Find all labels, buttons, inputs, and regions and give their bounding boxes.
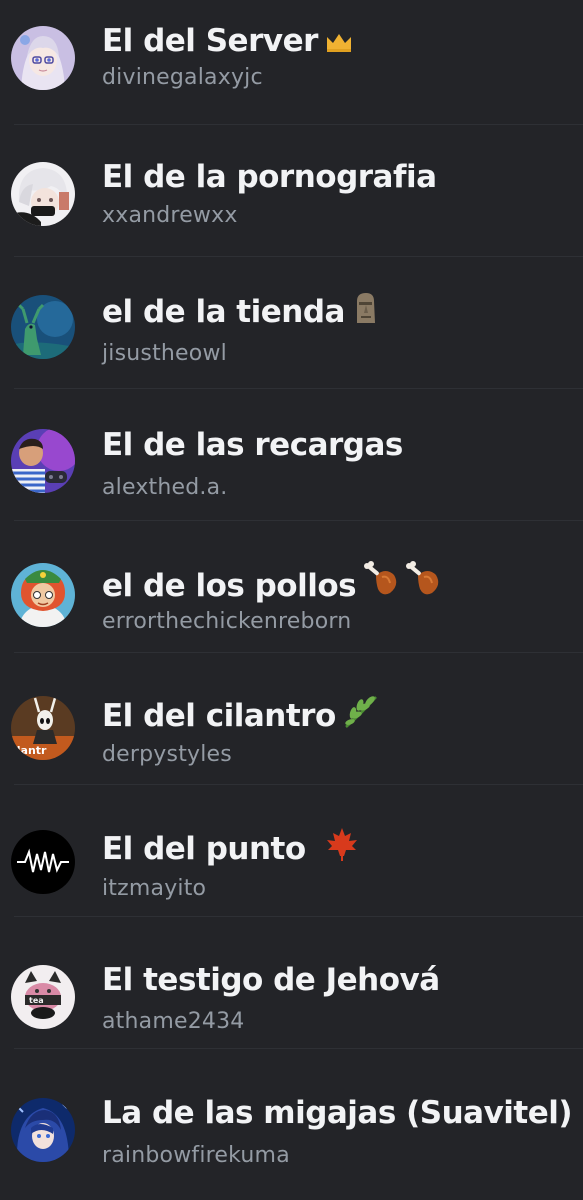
member-row[interactable]: El de la pornografia xxandrewxx (0, 125, 583, 257)
member-row[interactable]: el de los pollos errorthechickenreborn (0, 521, 583, 653)
poultry-leg-icon (362, 561, 400, 599)
member-username: derpystyles (102, 742, 232, 767)
member-username: alexthed.a. (102, 475, 228, 500)
svg-text:tea: tea (29, 996, 44, 1005)
avatar[interactable] (11, 830, 75, 894)
member-nickname: El de las recargas (102, 427, 403, 463)
member-username: jisustheowl (102, 341, 227, 366)
avatar[interactable] (11, 295, 75, 359)
member-username: itzmayito (102, 876, 207, 901)
member-list: El del Server divinegalaxyjc El de la po… (0, 0, 583, 1200)
member-username: xxandrewxx (102, 203, 238, 228)
avatar[interactable] (11, 26, 75, 90)
member-nickname: El de la pornografia (102, 159, 437, 195)
avatar[interactable]: ilantr (11, 696, 75, 760)
member-row[interactable]: ilantr El del cilantro derpystyles (0, 653, 583, 785)
member-row[interactable]: el de la tienda jisustheowl (0, 257, 583, 389)
member-row[interactable]: El del Server divinegalaxyjc (0, 0, 583, 125)
svg-text:ilantr: ilantr (13, 744, 47, 757)
member-nickname: El del punto (102, 826, 362, 868)
member-row[interactable]: tea El testigo de Jehová athame2434 (0, 917, 583, 1049)
herb-icon (342, 693, 380, 729)
member-row[interactable]: El del punto itzmayito (0, 785, 583, 917)
member-nickname: el de los pollos (102, 561, 442, 605)
member-nickname: La de las migajas (Suavitel) (102, 1095, 573, 1131)
member-username: divinegalaxyjc (102, 65, 263, 90)
poultry-leg-icon (404, 561, 442, 599)
maple-leaf-icon (322, 826, 362, 862)
member-nickname: El del cilantro (102, 693, 380, 735)
avatar[interactable] (11, 429, 75, 493)
member-nickname: El testigo de Jehová (102, 962, 440, 998)
member-row[interactable]: El de las recargas alexthed.a. (0, 389, 583, 521)
avatar[interactable] (11, 162, 75, 226)
avatar[interactable] (11, 563, 75, 627)
avatar[interactable]: tea (11, 965, 75, 1029)
member-nickname: el de la tienda (102, 291, 379, 331)
member-username: athame2434 (102, 1009, 245, 1034)
member-nickname: El del Server (102, 22, 354, 60)
moai-icon (351, 291, 379, 325)
member-username: rainbowfirekuma (102, 1143, 290, 1168)
crown-icon (324, 30, 354, 54)
member-username: errorthechickenreborn (102, 609, 352, 634)
avatar[interactable] (11, 1098, 75, 1162)
member-row[interactable]: La de las migajas (Suavitel) rainbowfire… (0, 1049, 583, 1181)
